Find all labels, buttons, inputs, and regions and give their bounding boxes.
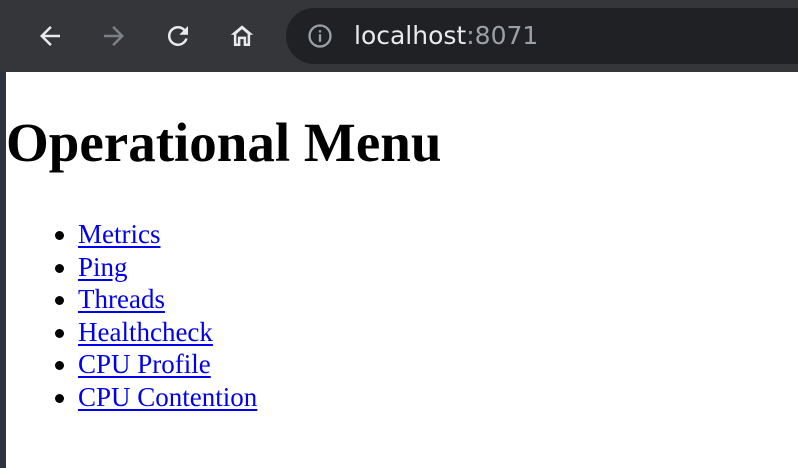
page-content: Operational Menu Metrics Ping Threads He… — [6, 72, 798, 468]
cpu-profile-link[interactable]: CPU Profile — [78, 349, 211, 379]
list-item-cpu-contention: CPU Contention — [6, 381, 257, 414]
healthcheck-link[interactable]: Healthcheck — [78, 317, 213, 347]
list-item-healthcheck: Healthcheck — [6, 316, 257, 349]
cpu-contention-link[interactable]: CPU Contention — [78, 382, 257, 412]
list-item-threads: Threads — [6, 283, 257, 316]
url-port: :8071 — [466, 21, 539, 50]
url-host: localhost — [354, 21, 467, 50]
list-item-ping: Ping — [6, 251, 257, 284]
home-button[interactable] — [222, 16, 262, 56]
list-item-cpu-profile: CPU Profile — [6, 348, 257, 381]
threads-link[interactable]: Threads — [78, 284, 165, 314]
back-arrow-icon — [40, 26, 60, 46]
bullet-icon — [55, 361, 64, 371]
list-item-metrics: Metrics — [6, 218, 257, 251]
url-text[interactable]: localhost:8071 — [354, 20, 538, 52]
info-circle-icon[interactable] — [306, 22, 334, 50]
ping-link[interactable]: Ping — [78, 252, 128, 282]
back-button[interactable] — [30, 16, 70, 56]
forward-arrow-icon — [104, 26, 124, 46]
reload-icon — [167, 25, 188, 46]
bullet-icon — [55, 328, 64, 338]
home-icon — [230, 25, 254, 46]
forward-button[interactable] — [94, 16, 134, 56]
bullet-icon — [55, 231, 64, 240]
metrics-link[interactable]: Metrics — [78, 219, 160, 249]
bullet-icon — [55, 393, 64, 403]
page-title: Operational Menu — [6, 112, 442, 173]
bullet-icon — [55, 263, 64, 273]
operational-menu-list: Metrics Ping Threads Healthcheck CPU Pro… — [6, 218, 257, 414]
bullet-icon — [55, 296, 64, 306]
address-bar[interactable]: localhost:8071 — [286, 8, 798, 64]
browser-toolbar: localhost:8071 — [0, 0, 798, 72]
reload-button[interactable] — [158, 16, 198, 56]
